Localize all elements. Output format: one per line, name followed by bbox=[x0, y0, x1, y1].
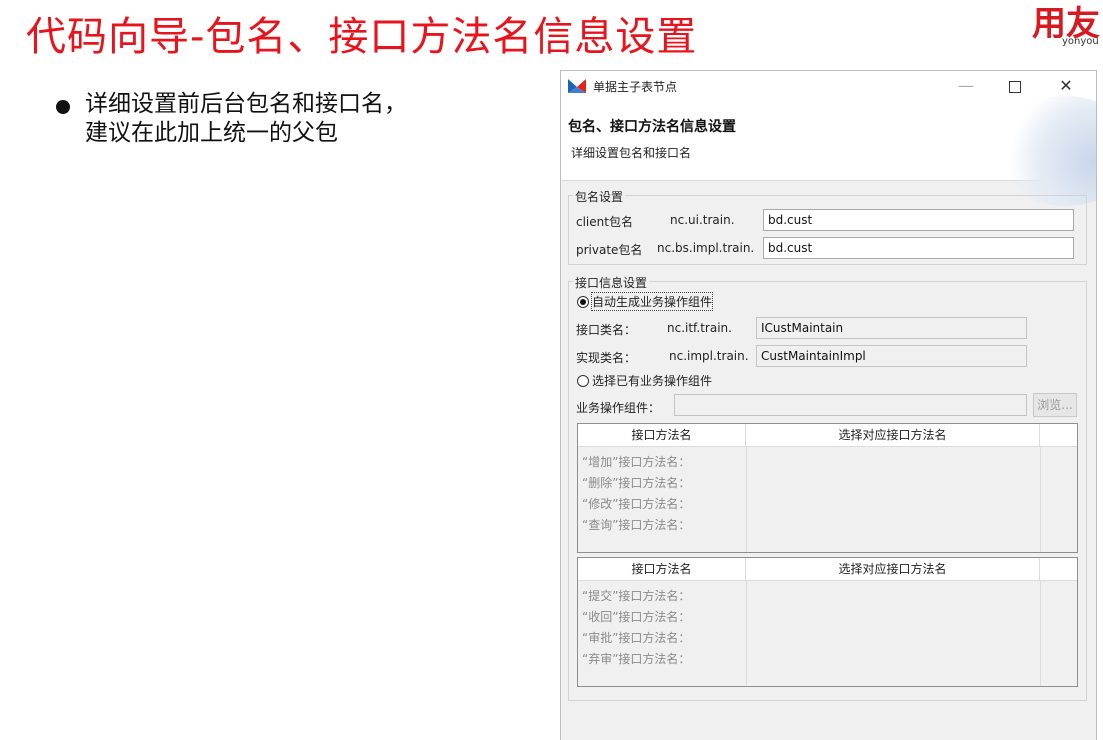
table-header: 接口方法名 选择对应接口方法名 bbox=[578, 424, 1077, 447]
bullet-text: 详细设置前后台包名和接口名， 建议在此加上统一的父包 bbox=[85, 91, 407, 146]
method-table-1: 接口方法名 选择对应接口方法名 “增加”接口方法名： “删除”接口方法名： “修… bbox=[577, 423, 1078, 553]
logo-wordmark: yonyou bbox=[1062, 36, 1099, 47]
auto-generate-radio[interactable] bbox=[577, 296, 589, 308]
select-existing-label[interactable]: 选择已有业务操作组件 bbox=[592, 372, 712, 389]
table-row[interactable]: “增加”接口方法名： bbox=[582, 453, 690, 470]
column-header-select[interactable]: 选择对应接口方法名 bbox=[746, 558, 1040, 580]
slide-title: 代码向导-包名、接口方法名信息设置 bbox=[26, 14, 698, 60]
impl-class-prefix: nc.impl.train. bbox=[669, 349, 749, 363]
interface-class-prefix: nc.itf.train. bbox=[667, 321, 732, 335]
header-title: 包名、接口方法名信息设置 bbox=[568, 119, 736, 135]
close-button[interactable]: ✕ bbox=[1046, 75, 1086, 97]
minimize-button[interactable]: — bbox=[946, 75, 986, 97]
select-existing-radio[interactable] bbox=[577, 375, 589, 387]
interface-class-input[interactable]: ICustMaintain bbox=[756, 317, 1027, 339]
package-group-label: 包名设置 bbox=[573, 188, 626, 205]
column-header-method[interactable]: 接口方法名 bbox=[578, 558, 746, 580]
browse-button[interactable]: 浏览... bbox=[1033, 393, 1077, 417]
impl-class-label: 实现类名： bbox=[576, 351, 637, 365]
column-header-method[interactable]: 接口方法名 bbox=[578, 424, 746, 446]
column-divider bbox=[1040, 580, 1041, 686]
table-row[interactable]: “删除”接口方法名： bbox=[582, 474, 690, 491]
private-package-input[interactable]: bd.cust bbox=[763, 237, 1074, 259]
table-row[interactable]: “修改”接口方法名： bbox=[582, 495, 690, 512]
interface-group-label: 接口信息设置 bbox=[573, 274, 650, 291]
bullet-dot-icon bbox=[56, 100, 70, 114]
column-divider bbox=[746, 580, 747, 686]
table-row[interactable]: “弃审”接口方法名： bbox=[582, 650, 690, 667]
component-label: 业务操作组件： bbox=[576, 401, 661, 415]
wizard-dialog: 单据主子表节点 — ✕ 包名、接口方法名信息设置 详细设置包名和接口名 包名设置… bbox=[560, 70, 1097, 740]
app-icon bbox=[568, 79, 586, 93]
auto-generate-label[interactable]: 自动生成业务操作组件 bbox=[590, 292, 714, 311]
client-package-prefix: nc.ui.train. bbox=[670, 213, 735, 227]
table-row[interactable]: “提交”接口方法名： bbox=[582, 587, 690, 604]
client-package-label: client包名 bbox=[576, 215, 633, 229]
method-table-2: 接口方法名 选择对应接口方法名 “提交”接口方法名： “收回”接口方法名： “审… bbox=[577, 557, 1078, 687]
table-row[interactable]: “审批”接口方法名： bbox=[582, 629, 690, 646]
interface-class-label: 接口类名： bbox=[576, 323, 637, 337]
maximize-button[interactable] bbox=[995, 75, 1035, 97]
component-input[interactable] bbox=[674, 394, 1027, 416]
client-package-input[interactable]: bd.cust bbox=[763, 209, 1074, 231]
maximize-icon bbox=[1009, 80, 1021, 93]
bullet-item: 详细设置前后台包名和接口名， 建议在此加上统一的父包 bbox=[56, 90, 505, 148]
table-row[interactable]: “收回”接口方法名： bbox=[582, 608, 690, 625]
yonyou-logo: 用友 yonyou bbox=[1026, 0, 1103, 48]
title-bar[interactable]: 单据主子表节点 — ✕ bbox=[561, 71, 1096, 103]
header-decoration bbox=[996, 96, 1096, 206]
table-header: 接口方法名 选择对应接口方法名 bbox=[578, 558, 1077, 581]
column-divider bbox=[1040, 446, 1041, 552]
column-divider bbox=[746, 446, 747, 552]
private-package-label: private包名 bbox=[576, 243, 643, 257]
window-title: 单据主子表节点 bbox=[593, 80, 678, 94]
column-header-select[interactable]: 选择对应接口方法名 bbox=[746, 424, 1040, 446]
dialog-header: 单据主子表节点 — ✕ 包名、接口方法名信息设置 详细设置包名和接口名 bbox=[561, 71, 1096, 206]
header-subtitle: 详细设置包名和接口名 bbox=[571, 146, 692, 160]
table-row[interactable]: “查询”接口方法名： bbox=[582, 516, 690, 533]
impl-class-input[interactable]: CustMaintainImpl bbox=[756, 345, 1027, 367]
private-package-prefix: nc.bs.impl.train. bbox=[657, 241, 755, 255]
